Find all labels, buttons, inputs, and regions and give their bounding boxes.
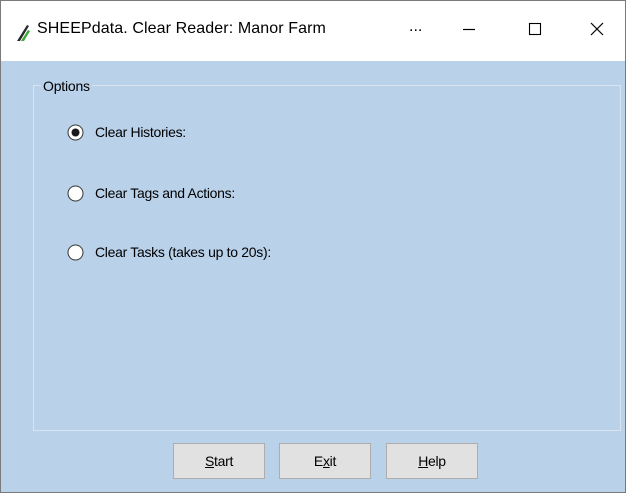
start-label-rest: tart [214,453,234,469]
exit-button[interactable]: Ex it [279,443,371,479]
radio-label-clear-tasks: Clear Tasks (takes up to 20s): [95,244,271,260]
radio-unselected-icon[interactable] [67,244,84,261]
exit-label-pre: E [313,453,323,469]
help-button[interactable]: Help [386,443,478,479]
title-bar[interactable]: SHEEPdata. Clear Reader: Manor Farm ... [1,1,625,61]
options-group-label: Options [41,78,92,94]
radio-unselected-icon[interactable] [67,185,84,202]
radio-label-clear-histories: Clear Histories: [95,124,186,140]
radio-label-clear-tags-actions: Clear Tags and Actions: [95,185,235,201]
start-button[interactable]: Start [173,443,265,479]
exit-label-rest: it [329,453,337,469]
radio-clear-tasks[interactable]: Clear Tasks (takes up to 20s): [67,241,271,263]
minimize-icon [461,21,477,42]
start-mnemonic: S [204,453,214,469]
help-mnemonic: H [418,453,428,469]
title-ellipsis: ... [409,18,423,35]
radio-clear-histories[interactable]: Clear Histories: [67,121,186,143]
exit-mnemonic: x [322,453,330,469]
window-title: SHEEPdata. Clear Reader: Manor Farm [37,20,326,37]
radio-clear-tags-actions[interactable]: Clear Tags and Actions: [67,182,235,204]
close-button[interactable] [569,1,625,61]
close-icon [589,21,605,42]
app-window: SHEEPdata. Clear Reader: Manor Farm ... … [0,0,626,493]
maximize-button[interactable] [507,1,563,61]
help-label-rest: elp [428,453,446,469]
client-area: Options Clear Histories: Clear Tags and … [1,61,625,492]
sheepdata-logo-icon [13,21,33,43]
minimize-button[interactable] [441,1,497,61]
maximize-icon [527,21,543,42]
radio-selected-icon[interactable] [67,124,84,141]
